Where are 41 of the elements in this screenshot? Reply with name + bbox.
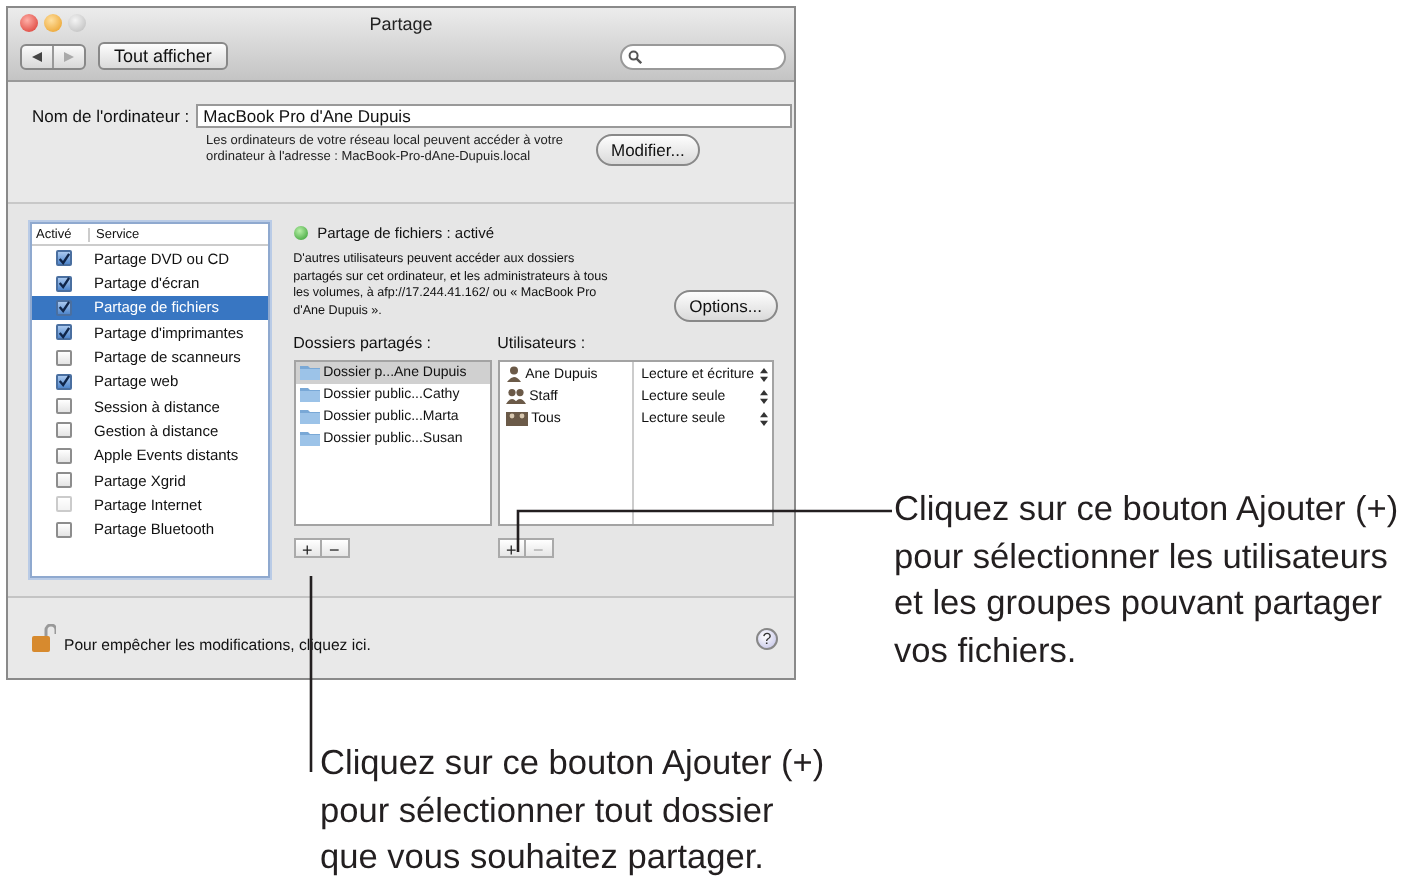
folder-icon: [299, 408, 320, 425]
checkbox[interactable]: [55, 447, 71, 464]
person-icon: [505, 366, 522, 383]
checkbox[interactable]: [55, 521, 71, 538]
group-icon: [505, 388, 526, 405]
add-button[interactable]: +: [293, 537, 322, 558]
checkbox[interactable]: [55, 349, 71, 366]
stepper-arrows-icon: [759, 389, 768, 404]
search-field[interactable]: [620, 43, 786, 69]
folder-icon: [299, 430, 320, 447]
help-button[interactable]: ?: [756, 627, 778, 650]
checkbox[interactable]: [55, 472, 71, 488]
folder-icon: [299, 386, 320, 403]
group-icon: [505, 410, 528, 427]
checkbox[interactable]: [55, 324, 71, 341]
callout-text: Cliquez sur ce bouton Ajouter (+) pour sélectionner les utilisateurs et les groupes pouvant partager vos fichiers.: [894, 486, 1399, 673]
close-button[interactable]: [20, 14, 38, 32]
stepper-arrows-icon: [759, 411, 768, 426]
callout-text: Cliquez sur ce bouton Ajouter (+) pour sélectionner tout dossier que vous souhaitez partager.: [320, 740, 825, 880]
field-label: Nom de l'ordinateur :: [32, 105, 190, 126]
computer-name-field[interactable]: MacBook Pro d'Ane Dupuis: [195, 103, 792, 128]
checkbox[interactable]: [55, 250, 71, 267]
checkbox[interactable]: [55, 398, 71, 415]
list-label: Dossiers partagés :: [293, 333, 434, 356]
stepper-arrows-icon: [759, 367, 768, 382]
checkbox[interactable]: [55, 422, 71, 439]
window-title: Partage: [369, 13, 433, 33]
add-button[interactable]: +: [497, 537, 526, 558]
list-label: Utilisateurs :: [497, 333, 588, 356]
folder-icon: [299, 364, 320, 381]
edit-button[interactable]: Modifier...: [595, 133, 701, 166]
right-arrow-icon: [64, 51, 74, 61]
search-icon: [628, 49, 642, 63]
padlock-icon[interactable]: [32, 624, 56, 653]
checkbox[interactable]: [55, 299, 71, 316]
options-button[interactable]: Options...: [673, 289, 778, 322]
remove-button[interactable]: −: [321, 537, 350, 558]
left-arrow-icon: [32, 51, 42, 61]
checkbox[interactable]: [55, 275, 71, 292]
show-all-button[interactable]: Tout afficher: [98, 42, 228, 70]
checkbox[interactable]: [55, 373, 71, 390]
